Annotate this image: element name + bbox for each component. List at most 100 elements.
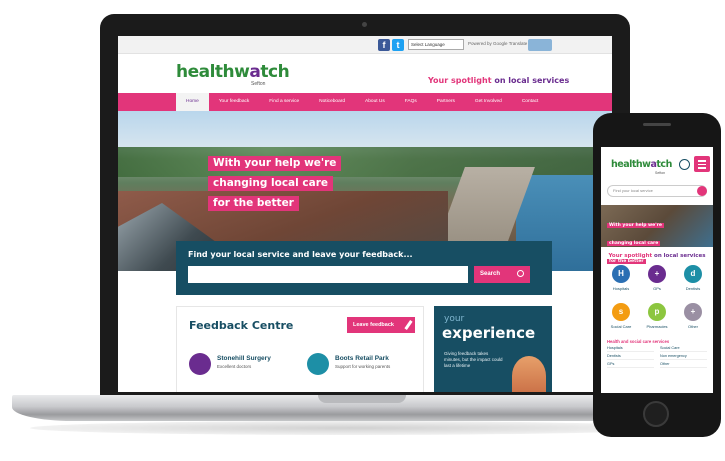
hero-headline: With your help we're changing local care…: [208, 153, 368, 213]
feedback-item-name: Stonehill Surgery: [217, 355, 271, 362]
service-label: Hospitals: [612, 286, 630, 291]
service-label: GPs: [653, 286, 661, 291]
laptop-notch: [318, 395, 406, 403]
service-search-panel: Find your local service and leave your f…: [176, 241, 552, 295]
list-item[interactable]: Other: [660, 362, 707, 368]
mobile-hero-line-1: With your help we're: [607, 223, 664, 228]
mobile-hero-line-3: for the better: [607, 259, 646, 264]
logo-text: healthw: [611, 159, 651, 170]
feedback-centre-title: Feedback Centre: [189, 319, 294, 332]
translate-icon[interactable]: [528, 39, 552, 51]
search-button[interactable]: Search: [474, 266, 530, 283]
search-input[interactable]: [188, 266, 468, 283]
pill-icon: p: [648, 303, 666, 321]
globe-icon[interactable]: [679, 159, 690, 170]
service-gps[interactable]: + GPs: [640, 265, 674, 297]
phone-screen: healthwatch Sefton Find your local servi…: [601, 147, 713, 393]
service-label: Pharmacies: [646, 324, 668, 329]
stethoscope-icon: [189, 353, 211, 375]
hamburger-menu-icon[interactable]: [694, 156, 710, 172]
phone-home-button[interactable]: [643, 401, 669, 427]
utility-bar: f t Select Language Powered by Google Tr…: [118, 36, 612, 54]
experience-kicker: your: [444, 314, 465, 324]
twitter-icon[interactable]: t: [392, 39, 404, 51]
service-pharmacies[interactable]: p Pharmacies: [640, 303, 674, 335]
phone-speaker: [643, 123, 671, 126]
other-icon: +: [684, 303, 702, 321]
mobile-services-list: Health and social care services Hospital…: [607, 339, 707, 368]
language-select[interactable]: Select Language: [408, 39, 464, 50]
pharmacy-cross-icon: [307, 353, 329, 375]
mobile-search-icon[interactable]: [697, 186, 707, 196]
nav-get-involved[interactable]: Get Involved: [465, 93, 512, 111]
mobile-hero-line-2: changing local care: [607, 241, 661, 246]
list-item[interactable]: Hospitals: [607, 346, 654, 352]
mobile-list-grid: Hospitals Social Care Dentists Non emerg…: [607, 346, 707, 368]
main-nav: Home Your feedback Find a service Notice…: [118, 93, 612, 111]
logo-text-end: tch: [260, 62, 290, 82]
service-social-care[interactable]: s Social Care: [604, 303, 638, 335]
feedback-item-name: Boots Retail Park: [335, 355, 389, 362]
social-care-icon: s: [612, 303, 630, 321]
service-label: Social Care: [610, 324, 632, 329]
service-label: Dentists: [685, 286, 701, 291]
logo-text-end: tch: [656, 159, 672, 170]
tagline-rest: on local services: [491, 76, 570, 85]
experience-photo: [512, 356, 546, 392]
laptop-screen: f t Select Language Powered by Google Tr…: [118, 36, 612, 392]
hero-line-1: With your help we're: [208, 156, 342, 171]
mobile-search-input[interactable]: Find your local service: [607, 185, 707, 197]
laptop-shadow: [30, 421, 670, 435]
mobile-list-title: Health and social care services: [607, 339, 670, 344]
stethoscope-icon: +: [648, 265, 666, 283]
logo-subtitle: Sefton: [251, 81, 266, 87]
logo-text: healthw: [176, 62, 250, 82]
powered-by-label: Powered by Google Translate: [468, 41, 528, 46]
list-item[interactable]: Dentists: [607, 354, 654, 360]
list-item[interactable]: GPs: [607, 362, 654, 368]
site-logo[interactable]: healthwatch: [176, 62, 290, 82]
service-other[interactable]: + Other: [676, 303, 710, 335]
hospital-icon: H: [612, 265, 630, 283]
nav-partners[interactable]: Partners: [427, 93, 465, 111]
leave-feedback-button[interactable]: Leave feedback: [347, 317, 415, 333]
phone: healthwatch Sefton Find your local servi…: [593, 113, 721, 437]
service-hospitals[interactable]: H Hospitals: [604, 265, 638, 297]
feedback-item-desc: Excellent doctors: [217, 364, 252, 369]
facebook-icon[interactable]: f: [378, 39, 390, 51]
nav-faqs[interactable]: FAQs: [395, 93, 427, 111]
mobile-hero: With your help we're changing local care…: [601, 205, 713, 264]
mobile-tagline-rest: on local services: [652, 253, 706, 259]
mobile-logo-subtitle: Sefton: [655, 171, 666, 175]
service-dentists[interactable]: d Dentists: [676, 265, 710, 297]
search-icon: [517, 270, 524, 277]
nav-home[interactable]: Home: [176, 93, 209, 111]
your-experience-promo[interactable]: your experience Giving feedback takes mi…: [434, 306, 552, 392]
list-item[interactable]: Non emergency: [660, 354, 707, 360]
hero-line-2: changing local care: [208, 176, 334, 191]
hero-line-3: for the better: [208, 196, 299, 211]
site-tagline: Your spotlight on local services: [428, 76, 569, 85]
logo-accent: a: [249, 62, 261, 82]
list-item[interactable]: Social Care: [660, 346, 707, 352]
search-button-label: Search: [480, 271, 501, 277]
feedback-item-desc: Support for working parents: [335, 364, 391, 369]
mobile-tagline-highlight: Your spotlight: [608, 253, 653, 259]
leave-feedback-label: Leave feedback: [353, 322, 394, 328]
experience-title: experience: [442, 324, 536, 342]
device-mockup-scene: f t Select Language Powered by Google Tr…: [0, 0, 725, 461]
nav-noticeboard[interactable]: Noticeboard: [309, 93, 355, 111]
experience-text: Giving feedback takes minutes, but the i…: [444, 351, 503, 368]
tooth-icon: d: [684, 265, 702, 283]
nav-about-us[interactable]: About Us: [355, 93, 395, 111]
mobile-tagline: Your spotlight on local services: [601, 253, 713, 259]
mobile-logo[interactable]: healthwatch: [611, 159, 672, 170]
tagline-highlight: Your spotlight: [428, 76, 492, 85]
nav-your-feedback[interactable]: Your feedback: [209, 93, 260, 111]
nav-find-a-service[interactable]: Find a service: [259, 93, 309, 111]
nav-contact[interactable]: Contact: [512, 93, 549, 111]
laptop-lid: f t Select Language Powered by Google Tr…: [100, 14, 630, 396]
pencil-icon: [404, 320, 413, 330]
search-title: Find your local service and leave your f…: [188, 250, 413, 259]
service-label: Other: [687, 324, 698, 329]
